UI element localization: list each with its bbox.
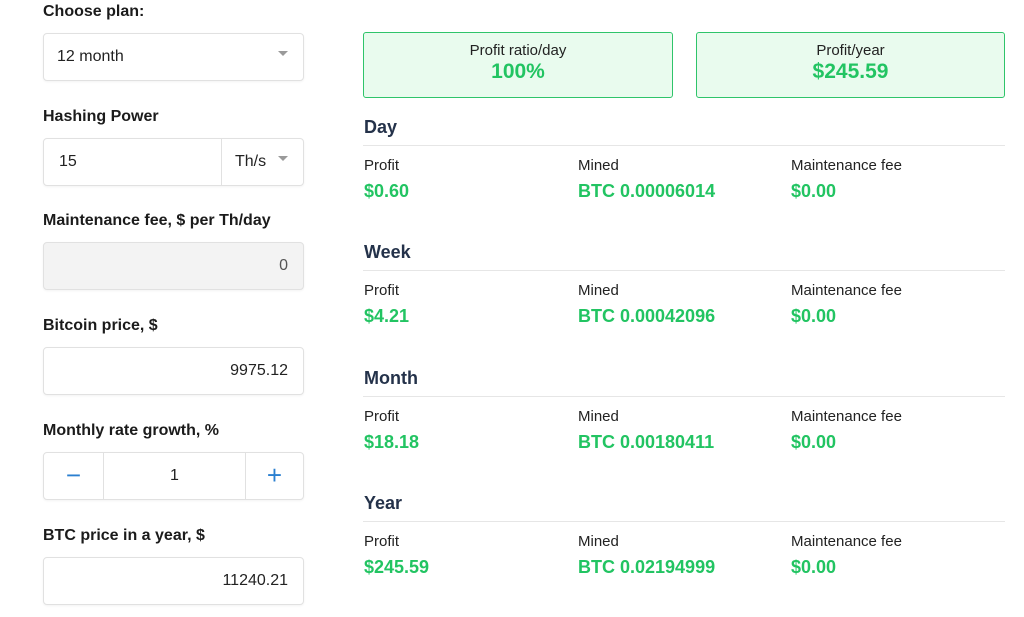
- bitcoin-price-label: Bitcoin price, $: [43, 317, 158, 334]
- btc-year-value: 11240.21: [222, 572, 288, 589]
- btc-year-field[interactable]: 11240.21: [43, 557, 304, 605]
- hashing-label: Hashing Power: [43, 108, 159, 125]
- plan-select[interactable]: 12 month: [43, 33, 304, 81]
- chevron-down-icon: [278, 51, 288, 56]
- profit-ratio-card: Profit ratio/day 100%: [363, 32, 673, 98]
- fee-value: $0.00: [791, 432, 837, 452]
- mined-value: BTC 0.00180411: [578, 432, 715, 452]
- period-section-year: Year Profit $245.59 Mined BTC 0.02194999…: [363, 491, 1005, 577]
- plan-select-value: 12 month: [57, 48, 124, 65]
- period-section-month: Month Profit $18.18 Mined BTC 0.00180411…: [363, 366, 1005, 452]
- section-divider: [363, 270, 1005, 271]
- maintenance-label: Maintenance fee, $ per Th/day: [43, 212, 271, 229]
- profit-value: $0.60: [364, 181, 410, 201]
- profit-year-title: Profit/year: [816, 42, 885, 59]
- period-title: Day: [364, 117, 398, 137]
- section-divider: [363, 521, 1005, 522]
- period-title: Year: [364, 493, 403, 513]
- profit-year-value: $245.59: [812, 60, 889, 83]
- mined-label: Mined: [578, 157, 619, 174]
- section-divider: [363, 396, 1005, 397]
- fee-value: $0.00: [791, 306, 837, 326]
- profit-label: Profit: [364, 408, 400, 425]
- fee-label: Maintenance fee: [791, 533, 902, 550]
- hashing-unit-select[interactable]: Th/s: [222, 139, 303, 185]
- period-section-week: Week Profit $4.21 Mined BTC 0.00042096 M…: [363, 240, 1005, 326]
- period-title: Month: [364, 368, 418, 388]
- mined-value: BTC 0.00042096: [578, 306, 716, 326]
- increment-button[interactable]: +: [246, 453, 303, 499]
- profit-year-card: Profit/year $245.59: [696, 32, 1005, 98]
- fee-value: $0.00: [791, 557, 837, 577]
- hashing-unit-value: Th/s: [235, 153, 267, 170]
- plan-label: Choose plan:: [43, 3, 145, 20]
- section-divider: [363, 145, 1005, 146]
- hashing-input[interactable]: 15: [59, 153, 77, 171]
- decrement-button[interactable]: −: [44, 453, 103, 499]
- mined-label: Mined: [578, 408, 619, 425]
- profit-ratio-title: Profit ratio/day: [469, 42, 567, 59]
- chevron-down-icon: [278, 156, 288, 161]
- fee-label: Maintenance fee: [791, 282, 902, 299]
- maintenance-value: 0: [279, 257, 288, 274]
- fee-value: $0.00: [791, 181, 837, 201]
- profit-value: $18.18: [364, 432, 420, 452]
- mined-value: BTC 0.02194999: [578, 557, 716, 577]
- growth-label: Monthly rate growth, %: [43, 422, 219, 439]
- mined-value: BTC 0.00006014: [578, 181, 716, 201]
- profit-value: $4.21: [364, 306, 410, 326]
- profit-value: $245.59: [364, 557, 430, 577]
- profit-label: Profit: [364, 533, 400, 550]
- fee-label: Maintenance fee: [791, 157, 902, 174]
- mined-label: Mined: [578, 533, 619, 550]
- btc-year-label: BTC price in a year, $: [43, 527, 205, 544]
- bitcoin-price-input[interactable]: 9975.12: [43, 347, 304, 395]
- profit-ratio-value: 100%: [491, 60, 545, 83]
- maintenance-field: 0: [43, 242, 304, 290]
- profit-label: Profit: [364, 157, 400, 174]
- profit-label: Profit: [364, 282, 400, 299]
- growth-input[interactable]: 1: [104, 467, 245, 485]
- period-section-day: Day Profit $0.60 Mined BTC 0.00006014 Ma…: [363, 115, 1005, 201]
- growth-stepper: − 1 +: [43, 452, 304, 500]
- hashing-group: 15 Th/s: [43, 138, 304, 186]
- fee-label: Maintenance fee: [791, 408, 902, 425]
- period-title: Week: [364, 242, 411, 262]
- bitcoin-price-value: 9975.12: [230, 362, 288, 379]
- mined-label: Mined: [578, 282, 619, 299]
